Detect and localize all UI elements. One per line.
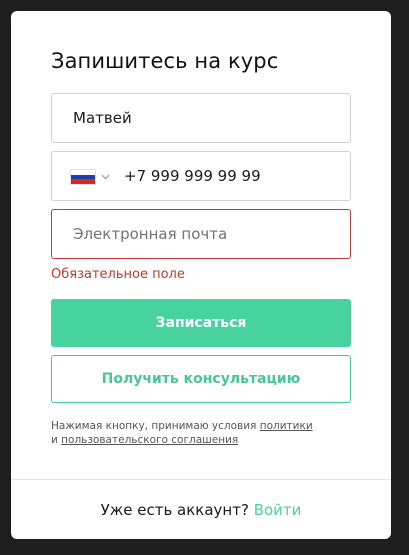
policy-link[interactable]: политики xyxy=(260,420,313,432)
russia-flag-icon xyxy=(70,169,96,185)
email-error-message: Обязательное поле xyxy=(51,267,185,282)
submit-button[interactable]: Записаться xyxy=(51,299,351,347)
chevron-down-icon xyxy=(100,172,110,182)
country-selector[interactable] xyxy=(70,169,112,185)
name-input[interactable] xyxy=(52,94,350,142)
login-question: Уже есть аккаунт? xyxy=(100,501,254,519)
consent-prefix: Нажимая кнопку, принимаю условия xyxy=(51,420,260,432)
form-title: Запишитесь на курс xyxy=(51,49,279,73)
consent-conjunction: и xyxy=(51,434,62,446)
email-field[interactable] xyxy=(51,209,351,259)
user-agreement-link[interactable]: пользовательского соглашения xyxy=(61,434,238,446)
signup-card: Запишитесь на курс Обязательное поле Зап… xyxy=(11,11,391,539)
consent-text: Нажимая кнопку, принимаю условия политик… xyxy=(51,419,351,447)
login-prompt: Уже есть аккаунт? Войти xyxy=(11,501,391,519)
name-field[interactable] xyxy=(51,93,351,143)
login-link[interactable]: Войти xyxy=(254,501,302,519)
footer-divider xyxy=(11,479,391,480)
phone-input[interactable] xyxy=(124,152,344,200)
phone-field[interactable] xyxy=(51,151,351,201)
consultation-button[interactable]: Получить консультацию xyxy=(51,355,351,403)
email-input[interactable] xyxy=(52,210,350,258)
